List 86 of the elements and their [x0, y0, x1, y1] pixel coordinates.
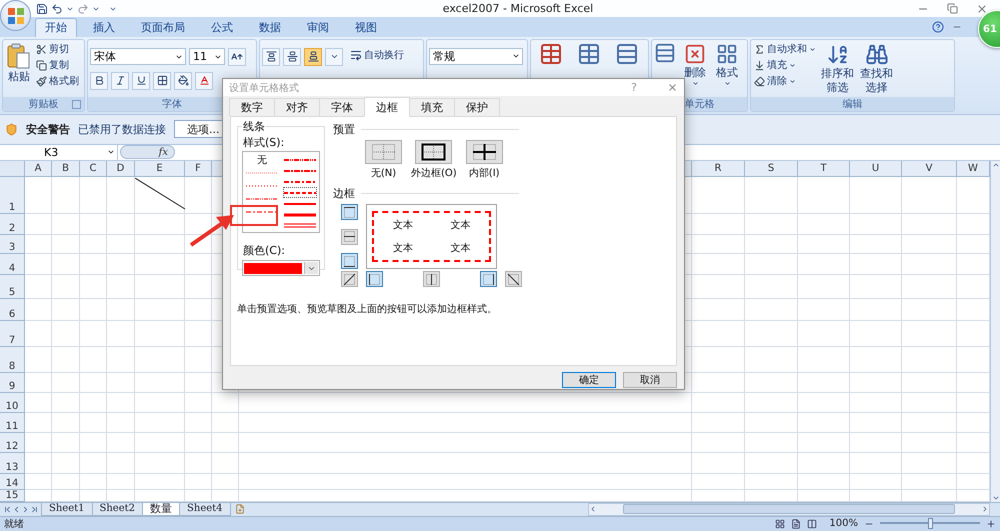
number-format-field[interactable]: 常规 — [429, 48, 523, 65]
column-header[interactable]: E — [135, 160, 185, 177]
column-header[interactable]: C — [80, 160, 107, 177]
ribbon-tab[interactable]: 开始 — [35, 18, 77, 37]
row-header[interactable]: 14 — [0, 474, 25, 490]
row-header[interactable]: 9 — [0, 372, 25, 393]
group-label: 线条 — [242, 119, 266, 134]
preset-label: 外边框(O) — [411, 166, 457, 180]
column-header[interactable]: D — [107, 160, 135, 177]
font-name-field[interactable]: 宋体 — [90, 48, 186, 66]
clipboard-action[interactable]: 复制 — [35, 58, 80, 73]
ribbon-tab[interactable]: 审阅 — [297, 18, 339, 37]
column-header[interactable]: A — [25, 160, 52, 177]
section-label: 边框 — [333, 186, 355, 201]
window-title: excel2007 - Microsoft Excel — [442, 2, 594, 16]
column-header[interactable]: U — [850, 160, 902, 177]
column-header[interactable]: S — [745, 160, 798, 177]
row-header[interactable]: 1 — [0, 176, 25, 214]
cells-button[interactable]: 删除 — [682, 42, 708, 95]
row-header[interactable]: 2 — [0, 214, 25, 235]
ribbon-tab[interactable]: 页面布局 — [131, 18, 195, 37]
row-header[interactable]: 7 — [0, 320, 25, 347]
row-header[interactable]: 8 — [0, 346, 25, 373]
group-label: 字体 — [162, 98, 182, 111]
row-header[interactable]: 12 — [0, 432, 25, 453]
sheet-tab[interactable]: Sheet1 — [41, 502, 93, 516]
cancel-button[interactable]: 取消 — [623, 372, 677, 388]
sort-filter-button[interactable]: 排序和 筛选 — [819, 42, 856, 95]
editing-action[interactable]: 自动求和 — [753, 42, 817, 57]
ribbon-tab[interactable]: 数据 — [249, 18, 291, 37]
ribbon-tab[interactable]: 插入 — [83, 18, 125, 37]
column-header[interactable]: B — [52, 160, 80, 177]
sheet-tab[interactable]: 数量 — [142, 502, 180, 516]
dialog-tab[interactable]: 边框 — [364, 97, 410, 117]
group-label: 编辑 — [842, 98, 862, 111]
zoom-level: 100% — [829, 518, 858, 530]
font-size-field[interactable]: 11 — [189, 48, 225, 66]
cells-button[interactable]: 格式 — [714, 42, 740, 95]
status-text: 就绪 — [4, 518, 24, 531]
preset-label: 无(N) — [370, 167, 396, 180]
column-header[interactable]: T — [798, 160, 850, 177]
row-header[interactable]: 13 — [0, 452, 25, 474]
ok-button[interactable]: 确定 — [562, 372, 616, 388]
line-style-option[interactable]: 无 — [245, 154, 279, 165]
dialog-title: 设置单元格格式 — [229, 82, 300, 94]
section-label: 预置 — [333, 122, 355, 137]
wrap-text-button[interactable]: 自动换行 — [349, 48, 405, 63]
ribbon-tab[interactable]: 公式 — [201, 18, 243, 37]
paste-button[interactable]: 粘贴 — [5, 42, 33, 95]
sheet-tab[interactable]: Sheet2 — [92, 502, 144, 516]
clipboard-action[interactable]: 剪切 — [35, 42, 80, 57]
editing-action[interactable]: 清除 — [753, 74, 817, 89]
preview-text: 文本 — [392, 218, 413, 232]
group-label: 单元格 — [684, 98, 714, 111]
row-header[interactable]: 15 — [0, 490, 25, 502]
row-header[interactable]: 11 — [0, 412, 25, 433]
hint-text: 单击预置选项、预览草图及上面的按钮可以添加边框样式。 — [237, 302, 498, 316]
row-header[interactable]: 10 — [0, 392, 25, 413]
preview-text: 文本 — [392, 242, 413, 256]
editing-action[interactable]: 填充 — [753, 58, 817, 73]
security-warning-title: 安全警告 — [26, 122, 70, 137]
clipboard-action[interactable]: 格式刷 — [35, 74, 80, 89]
dialog-tab[interactable]: 保护 — [454, 98, 500, 116]
column-header[interactable]: W — [957, 160, 990, 177]
group-label: 剪贴板 — [28, 98, 58, 111]
ribbon-tab[interactable]: 视图 — [345, 18, 387, 37]
dialog-tab[interactable]: 数字 — [229, 98, 275, 116]
row-header[interactable]: 4 — [0, 254, 25, 275]
row-header[interactable]: 6 — [0, 298, 25, 321]
preview-text: 文本 — [450, 218, 470, 232]
border-preview[interactable]: 文本 文本 文本 文本 — [366, 204, 497, 269]
security-message: 已禁用了数据连接 — [78, 122, 166, 137]
preview-text: 文本 — [450, 242, 470, 256]
color-label: 颜色(C): — [243, 243, 286, 258]
column-header[interactable]: V — [902, 160, 957, 177]
dialog-tab[interactable]: 填充 — [409, 98, 455, 116]
preset-label: 内部(I) — [468, 166, 500, 180]
style-label: 样式(S): — [243, 135, 286, 150]
column-header[interactable]: F — [185, 160, 212, 177]
name-box[interactable]: K3 — [0, 144, 118, 160]
find-select-button[interactable]: 查找和 选择 — [858, 42, 895, 95]
column-header[interactable]: R — [692, 160, 745, 177]
sheet-tab[interactable]: Sheet4 — [179, 502, 231, 516]
row-header[interactable]: 3 — [0, 234, 25, 254]
insert-function-button[interactable]: fx — [120, 145, 175, 160]
row-header[interactable]: 5 — [0, 274, 25, 299]
